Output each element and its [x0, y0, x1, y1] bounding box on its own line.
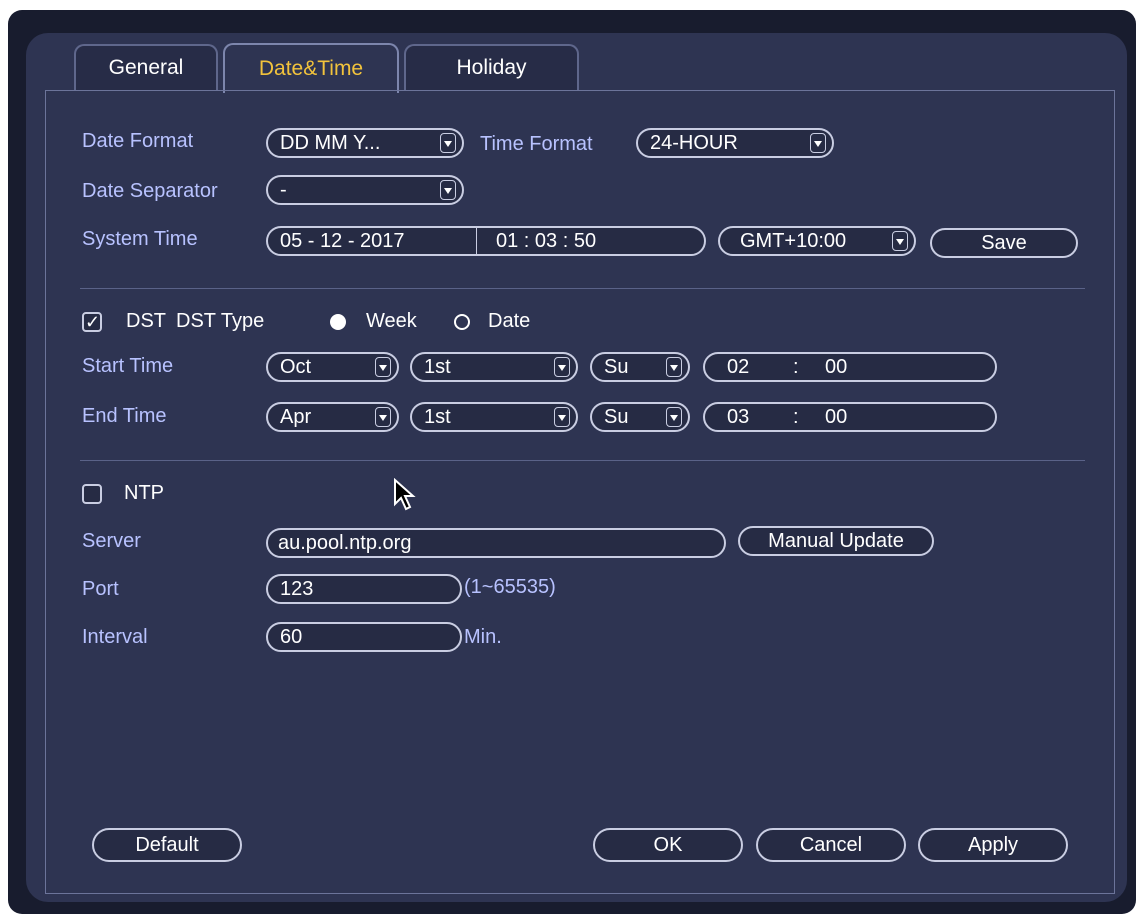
default-button[interactable]: Default [92, 828, 242, 862]
time-format-label: Time Format [480, 133, 593, 155]
chevron-down-icon [666, 407, 682, 427]
field-divider [476, 228, 477, 254]
start-day-value: Su [604, 356, 629, 378]
dst-week-radio[interactable] [330, 314, 346, 330]
port-input[interactable]: 123 [266, 574, 462, 604]
time-colon: : [793, 406, 799, 428]
tab-content-frame [45, 90, 1115, 894]
chevron-down-icon [375, 357, 391, 377]
tab-date-time[interactable]: Date&Time [223, 43, 399, 93]
timezone-select[interactable]: GMT+10:00 [718, 226, 916, 256]
start-month-value: Oct [280, 356, 312, 378]
dst-date-label: Date [488, 310, 531, 332]
start-clock-field[interactable]: 02 : 00 [703, 352, 997, 382]
end-month-value: Apr [280, 406, 312, 428]
time-colon: : [793, 356, 799, 378]
ok-button[interactable]: OK [593, 828, 743, 862]
port-label: Port [82, 578, 119, 600]
chevron-down-icon [440, 133, 456, 153]
chevron-down-icon [666, 357, 682, 377]
check-icon: ✓ [85, 312, 101, 332]
server-label: Server [82, 530, 141, 552]
server-value: au.pool.ntp.org [278, 532, 412, 554]
end-time-label: End Time [82, 405, 167, 427]
start-month-select[interactable]: Oct [266, 352, 399, 382]
port-range-hint: (1~65535) [464, 576, 556, 598]
chevron-down-icon [892, 231, 908, 251]
date-separator-value: - [280, 179, 287, 201]
end-day-select[interactable]: Su [590, 402, 690, 432]
end-day-value: Su [604, 406, 629, 428]
ntp-checkbox[interactable] [82, 484, 102, 504]
section-divider [80, 460, 1085, 461]
time-format-value: 24-HOUR [650, 132, 738, 154]
timezone-value: GMT+10:00 [740, 230, 847, 252]
cancel-button[interactable]: Cancel [756, 828, 906, 862]
dst-date-radio[interactable] [454, 314, 470, 330]
end-week-value: 1st [424, 406, 451, 428]
dst-checkbox[interactable]: ✓ [82, 312, 102, 332]
interval-label: Interval [82, 626, 148, 648]
interval-unit: Min. [464, 626, 502, 648]
date-format-value: DD MM Y... [280, 132, 381, 154]
mouse-pointer-icon [394, 478, 416, 511]
start-hour-value[interactable]: 02 [727, 356, 749, 379]
chevron-down-icon [810, 133, 826, 153]
section-divider [80, 288, 1085, 289]
system-time-label: System Time [82, 228, 198, 250]
start-minute-value[interactable]: 00 [825, 356, 847, 379]
ntp-label: NTP [124, 482, 164, 504]
start-time-label: Start Time [82, 355, 174, 377]
end-week-select[interactable]: 1st [410, 402, 578, 432]
interval-input[interactable]: 60 [266, 622, 462, 652]
dst-week-label: Week [366, 310, 417, 332]
save-button[interactable]: Save [930, 228, 1078, 258]
end-minute-value[interactable]: 00 [825, 406, 847, 429]
system-date-value[interactable]: 05 - 12 - 2017 [280, 230, 405, 253]
start-week-value: 1st [424, 356, 451, 378]
chevron-down-icon [375, 407, 391, 427]
chevron-down-icon [554, 357, 570, 377]
date-separator-label: Date Separator [82, 180, 218, 202]
chevron-down-icon [440, 180, 456, 200]
manual-update-button[interactable]: Manual Update [738, 526, 934, 556]
end-clock-field[interactable]: 03 : 00 [703, 402, 997, 432]
system-time-field[interactable]: 05 - 12 - 2017 01 : 03 : 50 [266, 226, 706, 256]
dst-type-label: DST Type [176, 310, 265, 332]
port-value: 123 [280, 578, 314, 600]
time-format-select[interactable]: 24-HOUR [636, 128, 834, 158]
tab-general[interactable]: General [74, 44, 218, 90]
server-input[interactable]: au.pool.ntp.org [266, 528, 726, 558]
start-day-select[interactable]: Su [590, 352, 690, 382]
start-week-select[interactable]: 1st [410, 352, 578, 382]
apply-button[interactable]: Apply [918, 828, 1068, 862]
chevron-down-icon [554, 407, 570, 427]
date-format-select[interactable]: DD MM Y... [266, 128, 464, 158]
system-clock-value[interactable]: 01 : 03 : 50 [496, 230, 596, 253]
date-separator-select[interactable]: - [266, 175, 464, 205]
tab-holiday[interactable]: Holiday [404, 44, 579, 90]
end-hour-value[interactable]: 03 [727, 406, 749, 429]
interval-value: 60 [280, 626, 303, 648]
end-month-select[interactable]: Apr [266, 402, 399, 432]
date-format-label: Date Format [82, 130, 194, 152]
dst-label: DST [126, 310, 166, 332]
